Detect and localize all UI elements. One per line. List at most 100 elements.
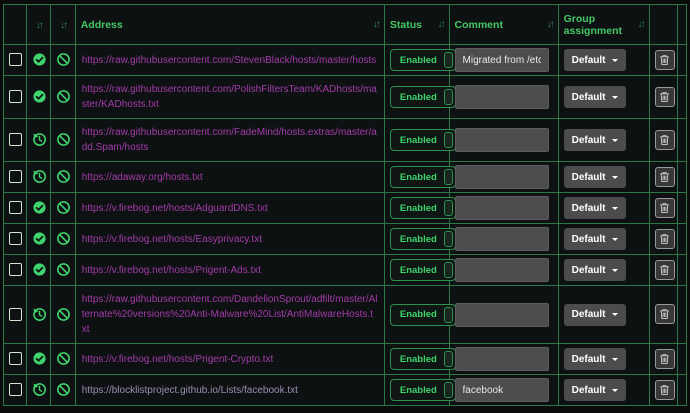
sort-icon: ↓↑	[638, 19, 644, 30]
comment-input[interactable]	[455, 165, 549, 189]
group-assignment-label: Default	[572, 354, 606, 365]
trash-icon	[659, 353, 670, 365]
delete-button[interactable]	[655, 380, 675, 400]
column-header-status[interactable]: Status ↓↑	[384, 5, 449, 45]
delete-button[interactable]	[655, 130, 675, 150]
row-select-checkbox[interactable]	[9, 352, 22, 365]
delete-button[interactable]	[655, 50, 675, 70]
status-toggle[interactable]: Enabled	[390, 86, 456, 108]
toggle-knob-icon	[444, 169, 453, 185]
row-select-checkbox[interactable]	[9, 308, 22, 321]
toggle-knob-icon	[444, 307, 453, 323]
adlist-link[interactable]: https://v.firebog.net/hosts/Prigent-Ads.…	[82, 263, 378, 278]
group-assignment-dropdown[interactable]: Default	[564, 259, 626, 281]
delete-button[interactable]	[655, 87, 675, 107]
status-toggle[interactable]: Enabled	[390, 348, 456, 370]
adlist-link[interactable]: https://v.firebog.net/hosts/Easyprivacy.…	[82, 232, 378, 247]
group-assignment-dropdown[interactable]: Default	[564, 304, 626, 326]
status-toggle[interactable]: Enabled	[390, 259, 456, 281]
status-toggle[interactable]: Enabled	[390, 228, 456, 250]
row-select-checkbox[interactable]	[9, 53, 22, 66]
ban-icon	[56, 307, 71, 322]
comment-input[interactable]	[455, 347, 549, 371]
column-header-comment[interactable]: Comment ↓↑	[449, 5, 558, 45]
delete-button[interactable]	[655, 198, 675, 218]
status-toggle[interactable]: Enabled	[390, 197, 456, 219]
group-assignment-dropdown[interactable]: Default	[564, 228, 626, 250]
caret-down-icon	[612, 313, 618, 319]
delete-button[interactable]	[655, 260, 675, 280]
table-row: https://v.firebog.net/hosts/Easyprivacy.…	[4, 224, 687, 255]
row-select-checkbox[interactable]	[9, 383, 22, 396]
group-assignment-dropdown[interactable]: Default	[564, 129, 626, 151]
column-header-status-icon[interactable]: ↓↑	[27, 5, 51, 45]
header-gap-cell	[677, 5, 686, 45]
row-select-checkbox[interactable]	[9, 133, 22, 146]
row-select-checkbox[interactable]	[9, 263, 22, 276]
delete-button[interactable]	[655, 229, 675, 249]
status-toggle[interactable]: Enabled	[390, 304, 456, 326]
gap-cell	[677, 162, 686, 193]
check-circle-icon	[32, 52, 47, 67]
history-icon	[32, 307, 47, 322]
adlist-link[interactable]: https://blocklistproject.github.io/Lists…	[82, 383, 378, 398]
comment-input[interactable]	[455, 48, 549, 72]
delete-button[interactable]	[655, 167, 675, 187]
comment-input[interactable]	[455, 196, 549, 220]
status-toggle[interactable]: Enabled	[390, 166, 456, 188]
adlist-link[interactable]: https://raw.githubusercontent.com/Dandel…	[82, 292, 378, 337]
comment-input[interactable]	[455, 303, 549, 327]
column-header-ban-icon[interactable]: ↓↑	[51, 5, 75, 45]
adlist-link[interactable]: https://raw.githubusercontent.com/Steven…	[82, 53, 378, 68]
table-row: https://raw.githubusercontent.com/Dandel…	[4, 286, 687, 344]
ban-icon	[56, 89, 71, 104]
table-row: https://adaway.org/hosts.txt Enabled Def…	[4, 162, 687, 193]
toggle-knob-icon	[444, 52, 453, 68]
comment-input[interactable]	[455, 85, 549, 109]
column-label-status: Status	[390, 19, 422, 31]
adlist-table: ↓↑ ↓↑ Address ↓↑ Status ↓↑ Comment ↓↑	[3, 4, 687, 406]
column-header-address[interactable]: Address ↓↑	[75, 5, 384, 45]
caret-down-icon	[612, 176, 618, 182]
group-assignment-dropdown[interactable]: Default	[564, 166, 626, 188]
group-assignment-label: Default	[572, 92, 606, 103]
ban-icon	[56, 200, 71, 215]
history-icon	[32, 382, 47, 397]
status-toggle[interactable]: Enabled	[390, 379, 456, 401]
status-toggle[interactable]: Enabled	[390, 129, 456, 151]
row-select-checkbox[interactable]	[9, 170, 22, 183]
trash-icon	[659, 308, 670, 320]
adlist-link[interactable]: https://raw.githubusercontent.com/Polish…	[82, 82, 378, 112]
adlist-link[interactable]: https://adaway.org/hosts.txt	[82, 170, 378, 185]
comment-input[interactable]	[455, 128, 549, 152]
status-toggle[interactable]: Enabled	[390, 49, 456, 71]
comment-input[interactable]	[455, 378, 549, 402]
group-assignment-dropdown[interactable]: Default	[564, 379, 626, 401]
adlist-link[interactable]: https://v.firebog.net/hosts/Prigent-Cryp…	[82, 352, 378, 367]
delete-button[interactable]	[655, 349, 675, 369]
column-header-group[interactable]: Group assignment ↓↑	[558, 5, 649, 45]
toggle-knob-icon	[444, 89, 453, 105]
header-delete-cell	[649, 5, 677, 45]
delete-button[interactable]	[655, 304, 675, 324]
row-select-checkbox[interactable]	[9, 201, 22, 214]
check-circle-icon	[32, 89, 47, 104]
comment-input[interactable]	[455, 227, 549, 251]
sort-icon: ↓↑	[36, 20, 42, 31]
group-assignment-label: Default	[572, 203, 606, 214]
group-assignment-dropdown[interactable]: Default	[564, 197, 626, 219]
group-assignment-dropdown[interactable]: Default	[564, 86, 626, 108]
row-select-checkbox[interactable]	[9, 90, 22, 103]
comment-input[interactable]	[455, 258, 549, 282]
toggle-knob-icon	[444, 200, 453, 216]
row-select-checkbox[interactable]	[9, 232, 22, 245]
group-assignment-dropdown[interactable]: Default	[564, 49, 626, 71]
status-toggle-label: Enabled	[391, 354, 444, 365]
adlist-link[interactable]: https://v.firebog.net/hosts/AdguardDNS.t…	[82, 201, 378, 216]
group-assignment-dropdown[interactable]: Default	[564, 348, 626, 370]
status-toggle-label: Enabled	[391, 55, 444, 66]
group-assignment-label: Default	[572, 265, 606, 276]
adlist-link[interactable]: https://raw.githubusercontent.com/FadeMi…	[82, 125, 378, 155]
gap-cell	[677, 193, 686, 224]
group-assignment-label: Default	[572, 385, 606, 396]
